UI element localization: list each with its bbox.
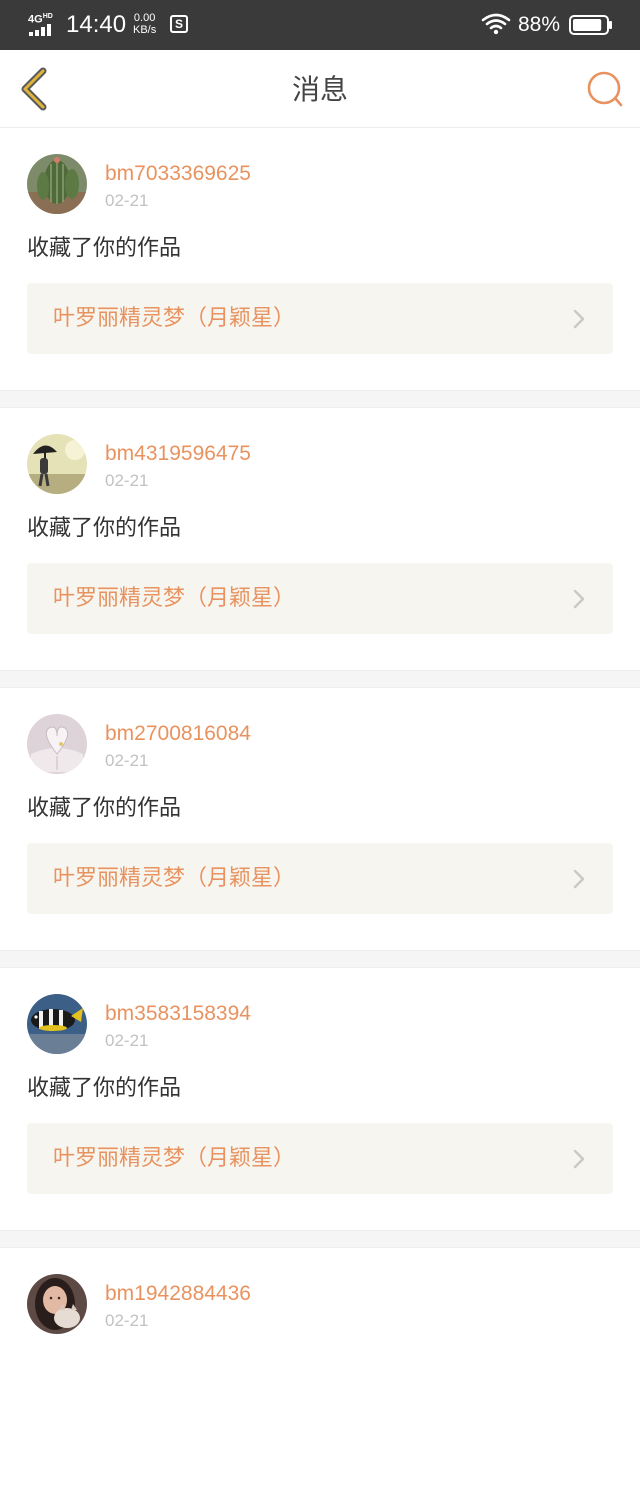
message-date: 02-21 bbox=[105, 1031, 149, 1050]
nav-bar: 消息 bbox=[0, 50, 640, 128]
status-bar: 4GHD 14:40 0.00 KB/s S 88% bbox=[0, 0, 640, 50]
divider bbox=[0, 390, 640, 408]
work-link-card[interactable]: 叶罗丽精灵梦（月颖星） bbox=[27, 1123, 613, 1194]
username-link[interactable]: bm3583158394 bbox=[105, 1001, 251, 1027]
message-item: bm4319596475 02-21 收藏了你的作品 叶罗丽精灵梦（月颖星） bbox=[0, 408, 640, 670]
avatar[interactable] bbox=[27, 994, 87, 1054]
chevron-right-icon bbox=[573, 1149, 585, 1169]
username-link[interactable]: bm7033369625 bbox=[105, 161, 251, 187]
work-title: 叶罗丽精灵梦（月颖星） bbox=[53, 306, 296, 331]
network-speed: 0.00 KB/s bbox=[133, 12, 157, 36]
message-action-text: 收藏了你的作品 bbox=[27, 1076, 182, 1101]
avatar[interactable] bbox=[27, 714, 87, 774]
chevron-right-icon bbox=[573, 869, 585, 889]
network-signal-icon: 4GHD bbox=[28, 11, 60, 37]
message-date: 02-21 bbox=[105, 191, 149, 210]
message-action-text: 收藏了你的作品 bbox=[27, 236, 182, 261]
wifi-icon bbox=[481, 13, 511, 35]
page-title: 消息 bbox=[291, 73, 348, 106]
username-link[interactable]: bm2700816084 bbox=[105, 721, 251, 747]
work-title: 叶罗丽精灵梦（月颖星） bbox=[53, 586, 296, 611]
work-link-card[interactable]: 叶罗丽精灵梦（月颖星） bbox=[27, 283, 613, 354]
message-item: bm3583158394 02-21 收藏了你的作品 叶罗丽精灵梦（月颖星） bbox=[0, 968, 640, 1230]
work-link-card[interactable]: 叶罗丽精灵梦（月颖星） bbox=[27, 563, 613, 634]
message-item: bm1942884436 02-21 bbox=[0, 1248, 640, 1510]
message-list: bm7033369625 02-21 收藏了你的作品 叶罗丽精灵梦（月颖星） b… bbox=[0, 128, 640, 1510]
chevron-right-icon bbox=[573, 309, 585, 329]
message-action-text: 收藏了你的作品 bbox=[27, 796, 182, 821]
work-link-card[interactable]: 叶罗丽精灵梦（月颖星） bbox=[27, 843, 613, 914]
divider bbox=[0, 1230, 640, 1248]
app-notification-icon: S bbox=[170, 15, 188, 33]
divider bbox=[0, 950, 640, 968]
work-title: 叶罗丽精灵梦（月颖星） bbox=[53, 866, 296, 891]
username-link[interactable]: bm1942884436 bbox=[105, 1281, 251, 1307]
avatar[interactable] bbox=[27, 1274, 87, 1334]
divider bbox=[0, 670, 640, 688]
battery-icon bbox=[569, 15, 613, 35]
battery-percent: 88% bbox=[518, 13, 561, 36]
chat-bubble-icon[interactable] bbox=[584, 70, 626, 108]
work-title: 叶罗丽精灵梦（月颖星） bbox=[53, 1146, 296, 1171]
avatar[interactable] bbox=[27, 434, 87, 494]
avatar[interactable] bbox=[27, 154, 87, 214]
message-item: bm7033369625 02-21 收藏了你的作品 叶罗丽精灵梦（月颖星） bbox=[0, 128, 640, 390]
message-action-text: 收藏了你的作品 bbox=[27, 516, 182, 541]
chevron-right-icon bbox=[573, 589, 585, 609]
username-link[interactable]: bm4319596475 bbox=[105, 441, 251, 467]
message-date: 02-21 bbox=[105, 471, 149, 490]
message-item: bm2700816084 02-21 收藏了你的作品 叶罗丽精灵梦（月颖星） bbox=[0, 688, 640, 950]
message-date: 02-21 bbox=[105, 1311, 149, 1330]
message-date: 02-21 bbox=[105, 751, 149, 770]
clock: 14:40 bbox=[66, 11, 127, 38]
